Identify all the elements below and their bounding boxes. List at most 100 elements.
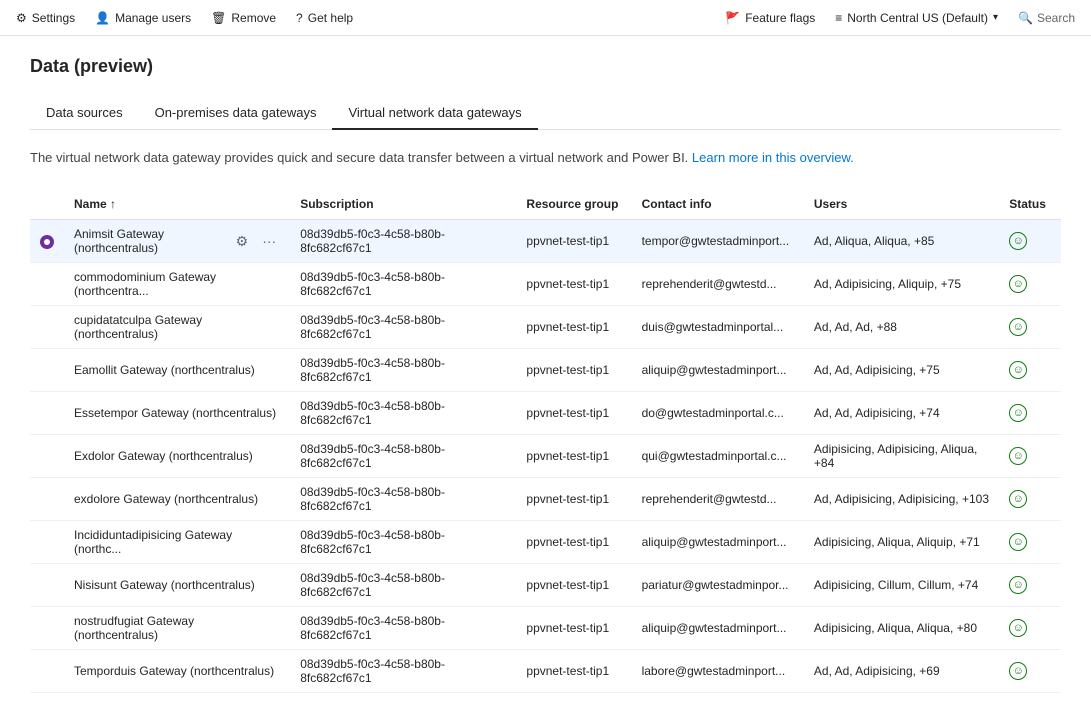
row-resource-group: ppvnet-test-tip1 [516,263,631,306]
row-resource-group: ppvnet-test-tip1 [516,349,631,392]
row-subscription: 08d39db5-f0c3-4c58-b80b-8fc682cf67c1 [290,263,516,306]
row-select-indicator[interactable] [30,306,64,349]
row-users: Adipisicing, Adipisicing, Aliqua, +84 [804,435,999,478]
status-ok-icon: ☺ [1009,619,1027,637]
table-row[interactable]: exdolore Gateway (northcentralus)08d39db… [30,478,1061,521]
row-name-cell: Temporduis Gateway (northcentralus) [64,650,290,693]
table-row[interactable]: Nisisunt Gateway (northcentralus) 08d39db… [30,564,1061,607]
row-subscription: 08d39db5-f0c3-4c58-b80b-8fc682cf67c1 [290,521,516,564]
row-select-indicator[interactable] [30,607,64,650]
row-users: Ad, Ad, Ad, +88 [804,306,999,349]
row-resource-group: ppvnet-test-tip1 [516,392,631,435]
manage-users-button[interactable]: 👤 Manage users [95,11,191,25]
row-select-indicator[interactable] [30,564,64,607]
row-users: Adipisicing, Cillum, Cillum, +74 [804,564,999,607]
row-select-indicator[interactable] [30,650,64,693]
tab-data-sources[interactable]: Data sources [30,97,139,130]
get-help-button[interactable]: ? Get help [296,11,353,25]
manage-users-icon: 👤 [95,11,110,25]
col-header-contact-info: Contact info [632,189,804,220]
table-row[interactable]: Exdolor Gateway (northcentralus)08d39db5… [30,435,1061,478]
row-name-cell: Nisisunt Gateway (northcentralus) [64,564,290,607]
row-name-cell: nostrudfugiat Gateway (northcentralus) [64,607,290,650]
row-users: Adipisicing, Aliqua, Aliqua, +80 [804,607,999,650]
row-subscription: 08d39db5-f0c3-4c58-b80b-8fc682cf67c1 [290,435,516,478]
table-row[interactable]: nostrudfugiat Gateway (northcentralus)08… [30,607,1061,650]
gateway-name: commodominium Gateway (northcentra... [74,270,216,298]
row-name-cell: cupidatatculpa Gateway (northcentralus) [64,306,290,349]
selected-radio-icon [40,235,54,249]
search-button[interactable]: 🔍 Search [1018,11,1075,25]
row-select-indicator[interactable] [30,392,64,435]
row-select-indicator[interactable] [30,349,64,392]
row-resource-group: ppvnet-test-tip1 [516,650,631,693]
row-subscription: 08d39db5-f0c3-4c58-b80b-8fc682cf67c1 [290,650,516,693]
row-settings-button[interactable]: ⚙ [232,231,253,252]
help-icon: ? [296,11,303,25]
remove-button[interactable]: 🗑 Remove [211,11,276,25]
row-status: ☺ [999,306,1061,349]
row-name-cell: Incididuntadipisicing Gateway (northc... [64,521,290,564]
tab-on-premises[interactable]: On-premises data gateways [139,97,333,130]
page-content: Data (preview) Data sources On-premises … [0,36,1091,713]
row-contact-info: aliquip@gwtestadminport... [632,607,804,650]
top-bar-right: 🚩 Feature flags ≡ North Central US (Defa… [725,11,1075,25]
row-name-cell: exdolore Gateway (northcentralus) [64,478,290,521]
col-header-status: Status [999,189,1061,220]
table-row[interactable]: cupidatatculpa Gateway (northcentralus)0… [30,306,1061,349]
row-contact-info: reprehenderit@gwtestd... [632,478,804,521]
learn-more-link[interactable]: Learn more in this overview. [692,150,854,165]
status-ok-icon: ☺ [1009,447,1027,465]
row-name-cell: commodominium Gateway (northcentra... [64,263,290,306]
row-contact-info: aliquip@gwtestadminport... [632,521,804,564]
row-resource-group: ppvnet-test-tip1 [516,607,631,650]
row-subscription: 08d39db5-f0c3-4c58-b80b-8fc682cf67c1 [290,220,516,263]
gateway-name: Essetempor Gateway (northcentralus) [74,406,276,420]
gateway-name: Eamollit Gateway (northcentralus) [74,363,255,377]
get-help-label: Get help [308,11,353,25]
table-row[interactable]: Incididuntadipisicing Gateway (northc...… [30,521,1061,564]
table-row[interactable]: Temporduis Gateway (northcentralus)08d39… [30,650,1061,693]
row-select-indicator[interactable] [30,478,64,521]
row-select-indicator[interactable] [30,263,64,306]
row-select-indicator[interactable] [30,220,64,263]
row-status: ☺ [999,478,1061,521]
row-resource-group: ppvnet-test-tip1 [516,306,631,349]
settings-button[interactable]: ⚙ Settings [16,11,75,25]
manage-users-label: Manage users [115,11,191,25]
remove-label: Remove [231,11,276,25]
row-subscription: 08d39db5-f0c3-4c58-b80b-8fc682cf67c1 [290,564,516,607]
table-row[interactable]: Eamollit Gateway (northcentralus)08d39db… [30,349,1061,392]
row-status: ☺ [999,349,1061,392]
col-header-resource-group: Resource group [516,189,631,220]
table-row[interactable]: Essetempor Gateway (northcentralus)08d39… [30,392,1061,435]
row-contact-info: tempor@gwtestadminport... [632,220,804,263]
row-status: ☺ [999,263,1061,306]
tab-bar: Data sources On-premises data gateways V… [30,97,1061,130]
row-resource-group: ppvnet-test-tip1 [516,435,631,478]
gateway-name: Nisisunt Gateway (northcentralus) [74,578,255,592]
row-users: Ad, Ad, Adipisicing, +75 [804,349,999,392]
top-bar: ⚙ Settings 👤 Manage users 🗑 Remove ? Get… [0,0,1091,36]
row-select-indicator[interactable] [30,521,64,564]
row-status: ☺ [999,521,1061,564]
region-selector[interactable]: ≡ North Central US (Default) ▾ [835,11,998,25]
row-status: ☺ [999,607,1061,650]
row-users: Ad, Adipisicing, Aliquip, +75 [804,263,999,306]
row-status: ☺ [999,435,1061,478]
row-name-cell: Animsit Gateway (northcentralus)⚙··· [64,220,290,263]
status-ok-icon: ☺ [1009,232,1027,250]
table-row[interactable]: Animsit Gateway (northcentralus)⚙···08d3… [30,220,1061,263]
feature-flags-label: Feature flags [745,11,815,25]
info-text: The virtual network data gateway provide… [30,150,1061,165]
row-contact-info: pariatur@gwtestadminpor... [632,564,804,607]
row-users: Adipisicing, Aliqua, Aliquip, +71 [804,521,999,564]
tab-vnet[interactable]: Virtual network data gateways [332,97,537,130]
row-select-indicator[interactable] [30,435,64,478]
table-row[interactable]: commodominium Gateway (northcentra... 08d… [30,263,1061,306]
col-header-subscription: Subscription [290,189,516,220]
row-more-button[interactable]: ··· [258,231,280,251]
gateway-name: Incididuntadipisicing Gateway (northc... [74,528,232,556]
feature-flags-button[interactable]: 🚩 Feature flags [725,11,815,25]
col-header-name[interactable]: Name ↑ [64,189,290,220]
